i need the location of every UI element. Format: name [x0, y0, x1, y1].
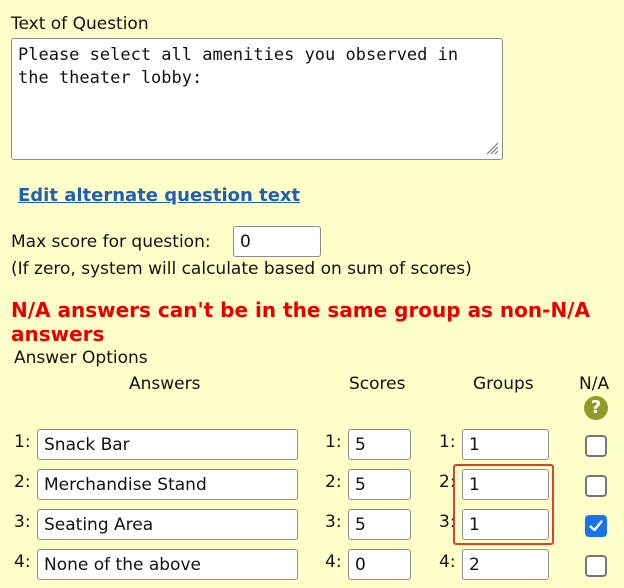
score-input[interactable]	[348, 549, 411, 580]
group-input[interactable]	[462, 429, 549, 460]
group-row-number: 4:	[439, 552, 456, 572]
score-row-number: 1:	[325, 432, 342, 452]
group-input[interactable]	[462, 549, 549, 580]
na-checkbox[interactable]	[585, 475, 607, 497]
answer-input[interactable]	[37, 469, 298, 500]
answer-row-number: 1:	[14, 432, 31, 452]
answer-row-number: 2:	[14, 472, 31, 492]
score-row-number: 3:	[325, 512, 342, 532]
answer-input[interactable]	[37, 429, 298, 460]
group-row-number: 1:	[439, 432, 456, 452]
question-mark-icon[interactable]: ?	[584, 396, 608, 420]
answer-input[interactable]	[37, 549, 298, 580]
answer-row-number: 3:	[14, 512, 31, 532]
question-text-label: Text of Question	[11, 14, 149, 34]
answers-column-header: Answers	[129, 374, 201, 394]
na-checkbox[interactable]	[585, 435, 607, 457]
score-row-number: 2:	[325, 472, 342, 492]
score-row-number: 4:	[325, 552, 342, 572]
answer-input[interactable]	[37, 509, 298, 540]
scores-column-header: Scores	[349, 374, 406, 394]
score-input[interactable]	[348, 469, 411, 500]
max-score-label: Max score for question:	[11, 232, 211, 252]
answer-row-number: 4:	[14, 552, 31, 572]
score-input[interactable]	[348, 429, 411, 460]
group-conflict-highlight	[453, 464, 554, 545]
answer-options-label: Answer Options	[14, 348, 148, 368]
question-textarea[interactable]	[11, 38, 503, 160]
max-score-input[interactable]	[233, 226, 321, 257]
score-input[interactable]	[348, 509, 411, 540]
edit-alternate-text-link[interactable]: Edit alternate question text	[18, 185, 300, 206]
groups-column-header: Groups	[473, 374, 534, 394]
na-checkbox[interactable]	[585, 555, 607, 577]
checkmark-icon	[589, 520, 603, 532]
na-checkbox[interactable]	[585, 515, 607, 537]
validation-error-message: N/A answers can't be in the same group a…	[11, 298, 590, 346]
max-score-hint: (If zero, system will calculate based on…	[11, 259, 472, 279]
resize-grip-icon[interactable]	[485, 141, 499, 155]
na-column-header: N/A	[579, 374, 610, 394]
